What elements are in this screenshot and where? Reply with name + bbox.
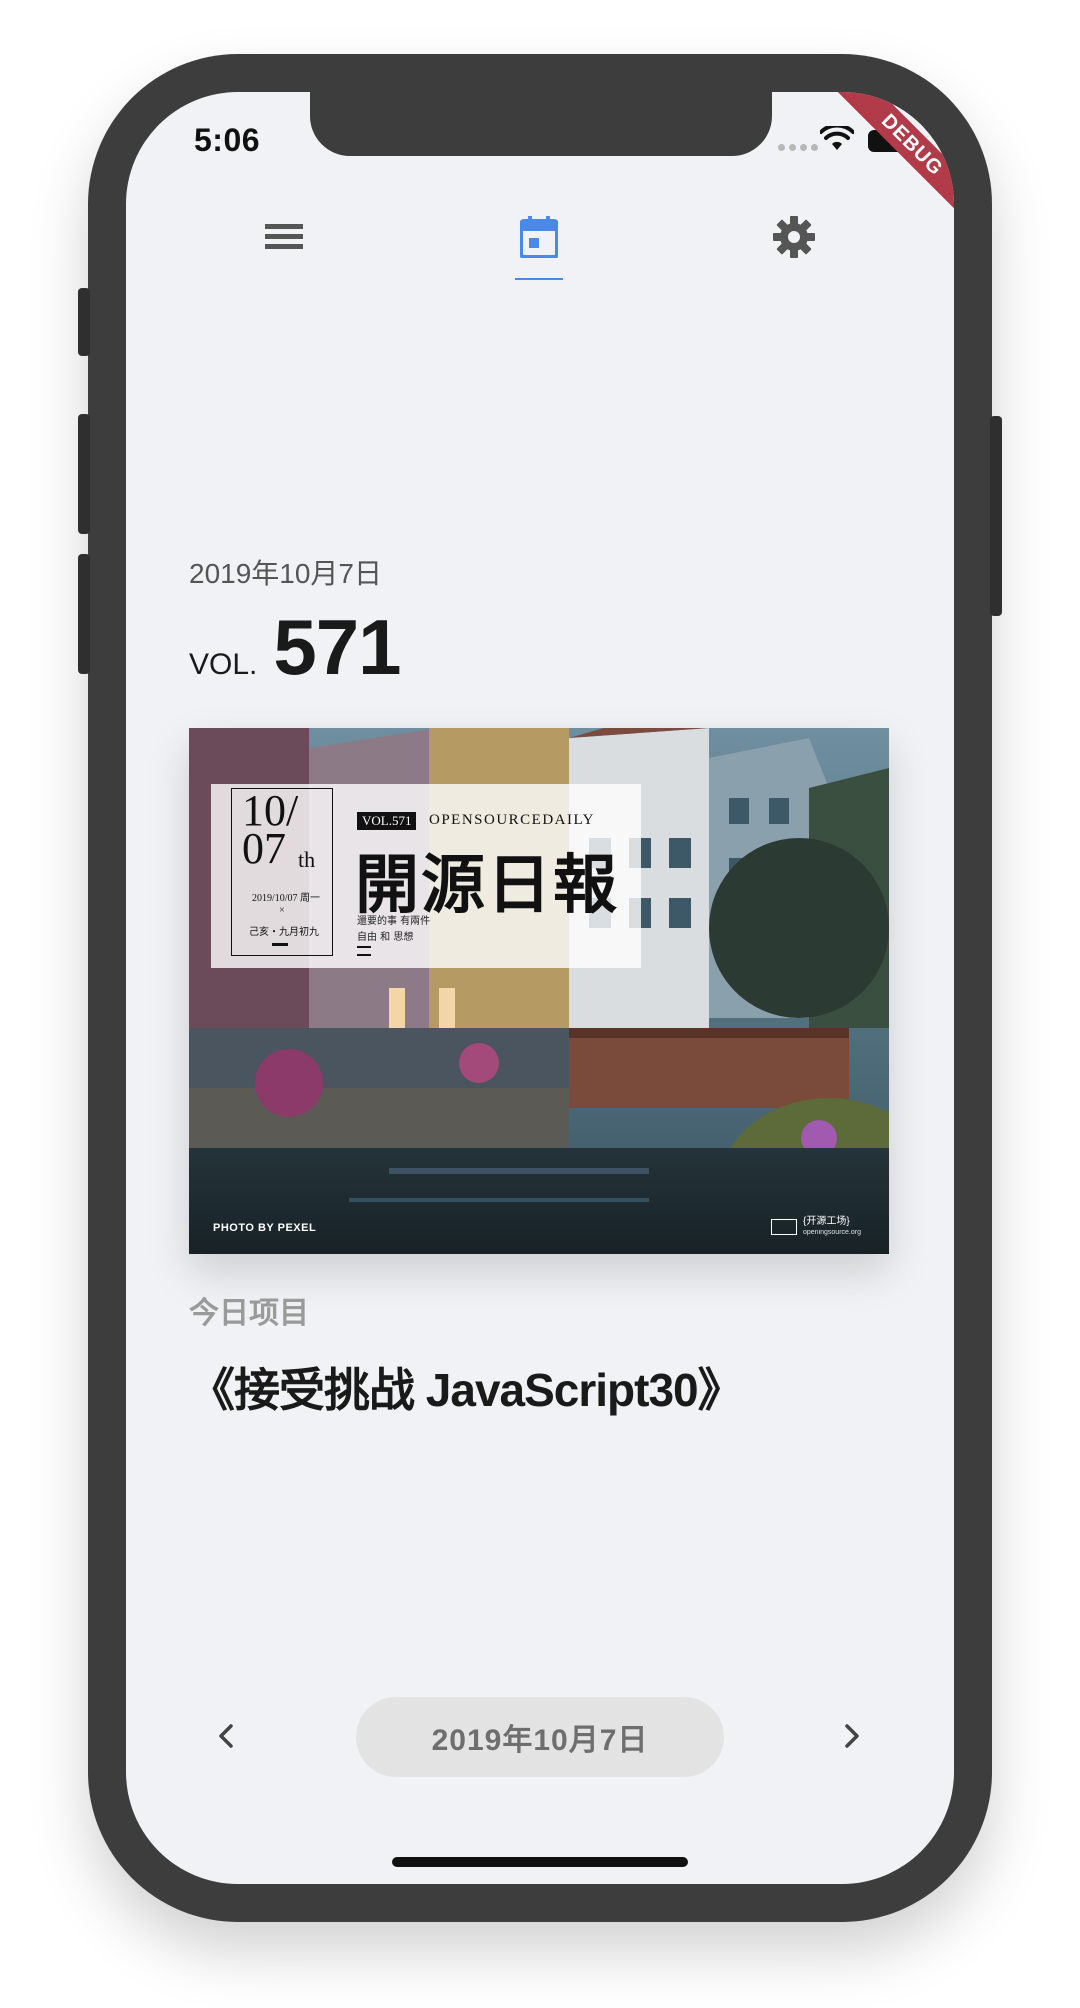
cover-separator: × <box>279 905 285 916</box>
date-box: 10/ 07 th 2019/10/07 周一 × 己亥・九月初九 <box>231 788 333 956</box>
cover-lunar-date: 己亥・九月初九 <box>249 927 319 938</box>
prev-day-button[interactable] <box>206 1716 246 1756</box>
chevron-right-icon <box>845 1724 859 1748</box>
next-day-button[interactable] <box>832 1716 872 1756</box>
brand-logo: {开源工场} openingsource.org <box>771 1216 861 1238</box>
chevron-left-icon <box>219 1724 233 1748</box>
date-picker-button[interactable]: 2019年10月7日 <box>356 1697 724 1777</box>
wifi-icon <box>820 126 854 150</box>
notch <box>310 92 772 156</box>
gear-icon <box>773 216 815 258</box>
cover-lines <box>357 946 371 956</box>
photo-credit: PHOTO BY PEXEL <box>213 1222 317 1234</box>
cover-daily-text: OPENSOURCEDAILY <box>429 812 596 828</box>
signal-icon <box>778 144 818 151</box>
brand-mark-icon <box>771 1219 797 1235</box>
cover-motto-2: 自由 和 思想 <box>357 932 414 943</box>
brand-url: openingsource.org <box>803 1229 861 1236</box>
tab-calendar[interactable] <box>514 212 564 262</box>
stage: 5:06 DEBUG 2019年10月7日 VOL. 571 10/ 07 th… <box>0 0 1080 2008</box>
side-button-volume-up <box>78 414 90 534</box>
calendar-icon <box>520 216 558 258</box>
list-icon <box>265 224 303 249</box>
cover-vol-tag: VOL.571 <box>357 812 417 830</box>
cover-date-line: 2019/10/07 周一 <box>251 893 321 904</box>
tab-settings[interactable] <box>769 212 819 262</box>
cover-suffix: th <box>298 847 316 872</box>
cover-motto-1: 還要的事 有兩件 <box>357 916 431 927</box>
volume-heading: VOL. 571 <box>189 602 402 693</box>
side-button-mute <box>78 288 90 356</box>
vol-number: 571 <box>273 603 401 691</box>
project-title[interactable]: 《接受挑战 JavaScript30》 <box>189 1354 744 1420</box>
home-indicator[interactable] <box>392 1857 688 1867</box>
side-button-power <box>990 416 1002 616</box>
cover-month: 07 <box>242 824 286 873</box>
issue-date: 2019年10月7日 <box>189 558 383 589</box>
vol-label: VOL. <box>189 648 258 681</box>
active-tab-indicator <box>515 278 563 280</box>
brand-name: {开源工场} <box>803 1216 850 1227</box>
side-button-volume-down <box>78 554 90 674</box>
cover-bar <box>272 943 288 946</box>
cover-image[interactable]: 10/ 07 th 2019/10/07 周一 × 己亥・九月初九 VOL.57… <box>189 728 889 1254</box>
masthead: 10/ 07 th 2019/10/07 周一 × 己亥・九月初九 VOL.57… <box>211 784 641 968</box>
app-screen: 5:06 DEBUG 2019年10月7日 VOL. 571 10/ 07 th… <box>126 92 954 1884</box>
tab-list[interactable] <box>259 212 309 262</box>
project-label: 今日项目 <box>189 1297 309 1330</box>
status-time: 5:06 <box>194 122 261 158</box>
